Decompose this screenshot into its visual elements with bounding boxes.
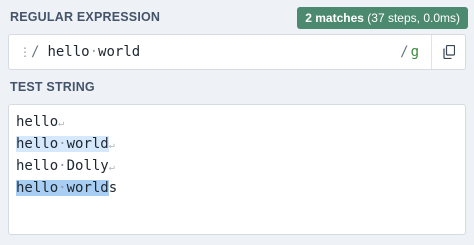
newline-marker: ↵	[58, 118, 65, 129]
test-section-title: TEST STRING	[10, 80, 95, 94]
match-count: 2 matches	[305, 11, 364, 25]
regex-delimiter-close: /	[400, 44, 409, 60]
drag-handle-icon[interactable]: ⋮	[19, 46, 31, 58]
regex-input[interactable]: ⋮ / hello·world / g	[8, 34, 466, 70]
newline-marker: ↵	[108, 162, 115, 173]
copy-button[interactable]	[431, 35, 465, 69]
newline-marker: ↵	[108, 140, 115, 151]
space-dot: ·	[58, 180, 67, 196]
text-token: hello	[16, 136, 59, 152]
copy-icon	[442, 45, 455, 59]
regex-flags[interactable]: g	[411, 44, 419, 60]
space-dot: ·	[58, 136, 67, 152]
match-detail: (37 steps, 0.0ms)	[363, 11, 460, 25]
test-line: hello·world↵	[16, 133, 465, 155]
regex-section-header: REGULAR EXPRESSION 2 matches (37 steps, …	[0, 0, 474, 34]
text-token: hello	[16, 180, 59, 196]
test-section-header: TEST STRING	[0, 73, 474, 101]
text-token: s	[108, 180, 118, 196]
text-token: hello	[16, 114, 59, 130]
test-line: hello·worlds	[16, 177, 465, 199]
pattern-token: world	[98, 44, 141, 60]
match-count-badge: 2 matches (37 steps, 0.0ms)	[297, 7, 468, 29]
test-string-input[interactable]: hello↵ hello·world↵ hello·Dolly↵ hello·w…	[8, 104, 466, 235]
space-dot: ·	[58, 158, 67, 174]
text-token: world	[66, 180, 109, 196]
test-line: hello↵	[16, 111, 465, 133]
text-token: hello	[16, 158, 59, 174]
match-highlight: hello·world	[16, 136, 109, 152]
regex-pattern[interactable]: hello·world	[47, 44, 400, 60]
test-line: hello·Dolly↵	[16, 155, 465, 177]
pattern-token: hello	[47, 44, 90, 60]
text-token: world	[66, 136, 109, 152]
regex-section-title: REGULAR EXPRESSION	[10, 10, 161, 24]
match-highlight: hello·world	[16, 180, 109, 196]
text-token: Dolly	[66, 158, 109, 174]
space-dot: ·	[89, 44, 99, 60]
regex-delimiter-open: /	[31, 44, 40, 60]
